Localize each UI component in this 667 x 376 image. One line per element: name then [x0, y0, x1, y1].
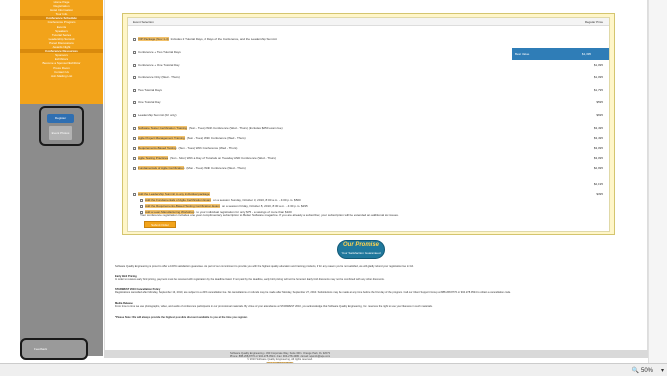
sidebar-item[interactable]: Join Mailing List	[20, 74, 103, 78]
package-label: Agile Project Management Training	[138, 136, 185, 140]
browser-viewport: Home Page Registration Hotel Information To…	[0, 0, 667, 376]
main-content: Event Selection Regular Price VIP Packag…	[104, 0, 648, 356]
header-regular-price: Regular Price	[584, 20, 603, 24]
package-description: (Mon - Tues) With Conference (Wed - Thur…	[186, 166, 246, 170]
subscription-note: Your conference registration includes on…	[140, 213, 399, 217]
cancellation-text: Registrations cancelled after Monday, Se…	[115, 291, 511, 295]
submit-order-button[interactable]: Submit Order	[144, 221, 176, 228]
package-checkbox[interactable]	[133, 166, 136, 170]
zoom-level[interactable]: 🔍 50%	[632, 367, 653, 374]
package-checkbox[interactable]	[133, 50, 136, 54]
package-label: Conference + Two Tutorial Days	[138, 50, 181, 54]
package-checkbox[interactable]	[133, 192, 136, 196]
registration-row[interactable]: Conference + Two Tutorial Days	[133, 49, 181, 55]
left-sidebar: Home Page Registration Hotel Information To…	[20, 0, 103, 356]
chevron-down-icon[interactable]: ▾	[661, 367, 664, 374]
package-description: Includes 2 Tutorial Days, 2 Days of the …	[170, 37, 277, 41]
package-checkbox[interactable]	[133, 136, 136, 140]
sidebar-footer-link[interactable]: Feedback	[34, 347, 47, 351]
addon-checkbox[interactable]	[140, 204, 143, 208]
header-event-selection: Event Selection	[133, 20, 154, 24]
package-price: $2,195	[593, 182, 603, 186]
registration-row[interactable]: Conference Only (Wed - Thurs)	[133, 74, 180, 80]
registration-row[interactable]: VIP Package (Nov 1-4) Includes 2 Tutorial…	[133, 36, 277, 42]
registration-row[interactable]: Software Tester Certification Training (S…	[133, 125, 283, 131]
media-release-text: From time to time we use photographs, vi…	[115, 305, 433, 309]
cancellation-section: STARWEST 2010 Cancellation Policy Regist…	[115, 288, 640, 295]
package-description: (Sun - Tues) With Conference (Wed - Thur…	[188, 126, 283, 130]
package-label: Two Tutorial Days	[138, 88, 162, 92]
package-checkbox[interactable]	[133, 156, 136, 160]
package-price: $1,795	[593, 88, 603, 92]
package-price: $1,095	[593, 75, 603, 79]
package-label: Fundamentals of Agile Certification	[138, 166, 185, 170]
package-label: Add the Leadership Summit to any individ…	[138, 192, 210, 196]
package-label: VIP Package (Nov 1-4)	[138, 37, 169, 41]
package-label: Conference Only (Wed - Thurs)	[138, 75, 180, 79]
registration-row[interactable]: Conference + One Tutorial Day	[133, 62, 179, 68]
table-header: Event Selection Regular Price	[128, 18, 609, 26]
package-price: $2,995	[593, 166, 603, 170]
registration-row[interactable]: Agile Project Management Training (Sun - …	[133, 135, 246, 141]
package-checkbox[interactable]	[133, 113, 136, 117]
register-badge[interactable]: Register	[47, 114, 74, 123]
highlight-box-badges: Register Event Photos	[39, 106, 84, 146]
discount-note: *Please Note: We will always provide the…	[115, 316, 248, 319]
addon-label: Add the Requirements-Based Testing Certi…	[145, 204, 220, 208]
package-price: $3,095	[593, 156, 603, 160]
promise-title: Our Promise	[342, 242, 379, 248]
photos-badge[interactable]: Event Photos	[49, 126, 72, 140]
package-price: $3,495	[593, 136, 603, 140]
package-label: Agile Testing Practices	[138, 156, 169, 160]
package-label: One Tutorial Day	[138, 100, 161, 104]
package-checkbox[interactable]	[133, 63, 136, 67]
package-label: Software Tester Certification Training	[138, 126, 187, 130]
addon-description: on a session Friday, October 8, 2010, 8:…	[221, 204, 308, 208]
package-checkbox[interactable]	[133, 88, 136, 92]
addon-description: on a session Sunday, October 3, 2010, 8:…	[213, 198, 301, 202]
package-label: Requirements-Based Testing	[138, 146, 177, 150]
registration-row[interactable]: Requirements-Based Testing (Sun - Tues) W…	[133, 145, 237, 151]
registration-row[interactable]: Two Tutorial Days	[133, 87, 162, 93]
package-price: $3,495	[593, 126, 603, 130]
package-price: $1,095	[593, 63, 603, 67]
media-release-section: Media Release From time to time we use p…	[115, 302, 640, 309]
highlight-box-footer: Feedback	[20, 338, 88, 360]
registration-panel: Event Selection Regular Price VIP Packag…	[122, 13, 615, 235]
package-price: $595	[596, 100, 603, 104]
site-footer-bar	[104, 350, 648, 358]
registration-row[interactable]: One Tutorial Day	[133, 99, 161, 105]
best-value-price: $1,395	[564, 48, 609, 60]
promise-intro: Software Quality Engineering is proud to…	[115, 265, 414, 268]
vertical-scrollbar[interactable]	[648, 0, 667, 363]
zoom-value: 50%	[640, 368, 653, 374]
package-label: Leadership Summit (Fri only)	[138, 113, 177, 117]
addon-label: Add the Fundamentals of Agile Certificat…	[145, 198, 212, 202]
promise-subtitle: Your Satisfaction Guaranteed	[341, 251, 381, 255]
package-checkbox[interactable]	[133, 75, 136, 79]
package-checkbox[interactable]	[133, 146, 136, 150]
promise-logo: Our Promise Your Satisfaction Guaranteed	[337, 240, 385, 259]
package-checkbox[interactable]	[133, 126, 136, 130]
sidebar-nav: Home Page Registration Hotel Information To…	[20, 0, 103, 104]
package-description: (Sun - Mon) With a Day of Tutorials on T…	[170, 156, 276, 160]
package-label: Conference + One Tutorial Day	[138, 63, 180, 67]
registration-row[interactable]: Leadership Summit (Fri only)	[133, 112, 177, 118]
early-bird-text: In order to receive early bird pricing, …	[115, 278, 385, 282]
package-price: $695	[596, 113, 603, 117]
early-bird-section: Early Bird Pricing In order to receive e…	[115, 275, 640, 282]
package-description: (Sun - Tues) With Conference (Wed - Thur…	[178, 146, 238, 150]
registration-row[interactable]: Fundamentals of Agile Certification (Mon …	[133, 165, 246, 171]
registration-table: Event Selection Regular Price VIP Packag…	[127, 17, 610, 232]
package-description: (Sun - Tues) With Conference (Wed - Thur…	[186, 136, 246, 140]
package-price: $395	[596, 192, 603, 196]
registration-row[interactable]: Agile Testing Practices (Sun - Mon) With …	[133, 155, 276, 161]
browser-status-bar: 🔍 50% ▾	[0, 363, 667, 376]
addon-checkbox[interactable]	[140, 198, 143, 202]
package-checkbox[interactable]	[133, 100, 136, 104]
package-price: $3,095	[593, 146, 603, 150]
best-value-tag: Best Value	[512, 48, 564, 60]
package-checkbox[interactable]	[133, 37, 136, 41]
